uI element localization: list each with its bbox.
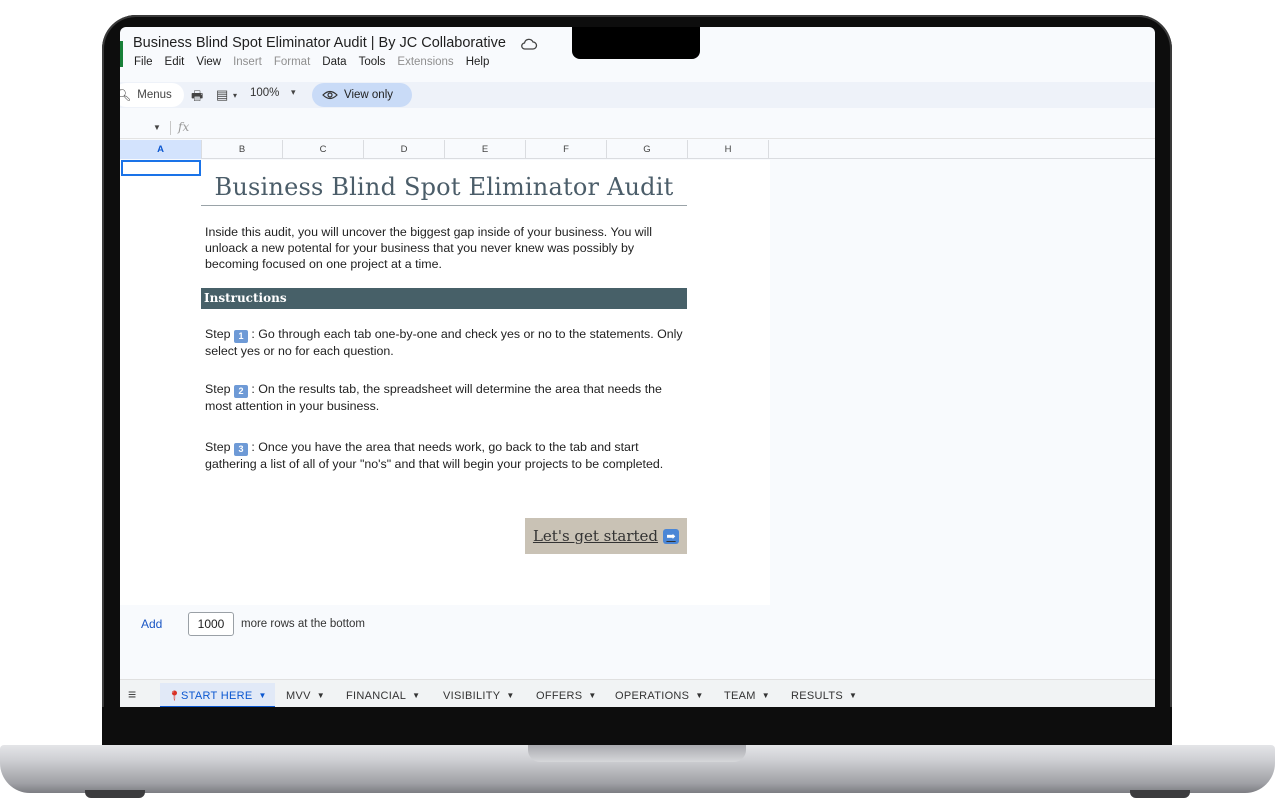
chevron-down-icon[interactable]: ▼ <box>317 691 325 700</box>
title-divider <box>201 205 687 206</box>
zoom-chevron-down-icon[interactable]: ▾ <box>291 87 296 98</box>
menus-search-button[interactable]: 🔍︎ Menus <box>120 83 184 107</box>
column-header-h[interactable]: H <box>688 140 769 159</box>
screen: Business Blind Spot Eliminator Audit | B… <box>120 27 1155 707</box>
laptop-foot-right <box>1130 790 1190 798</box>
tab-label: FINANCIAL <box>346 690 407 702</box>
sheets-logo-icon[interactable] <box>120 41 123 67</box>
fx-icon: fx <box>178 120 190 134</box>
menus-label: Menus <box>137 89 172 101</box>
tab-label: START HERE <box>181 690 253 702</box>
tab-label: MVV <box>286 690 311 702</box>
laptop-bezel <box>102 707 1172 747</box>
tab-label: OFFERS <box>536 690 583 702</box>
instructions-heading: Instructions <box>201 288 687 309</box>
formula-bar: ▼ fx <box>120 117 1155 139</box>
eye-icon <box>322 90 338 100</box>
menu-data[interactable]: Data <box>322 56 346 68</box>
cloud-saved-icon[interactable] <box>520 37 538 51</box>
chevron-down-icon[interactable]: ▼ <box>762 691 770 700</box>
laptop-base-groove <box>528 745 746 762</box>
add-rows-bar: Add 1000 more rows at the bottom <box>120 607 1155 667</box>
lets-get-started-button[interactable]: Let's get started ➡ <box>525 518 687 554</box>
tab-label: RESULTS <box>791 690 844 702</box>
step-prefix: Step <box>205 440 231 454</box>
chevron-down-icon[interactable]: ▼ <box>412 691 420 700</box>
column-header-a[interactable]: A <box>120 140 202 159</box>
document-title[interactable]: Business Blind Spot Eliminator Audit | B… <box>133 35 506 51</box>
menu-file[interactable]: File <box>134 56 153 68</box>
menu-bar: File Edit View Insert Format Data Tools … <box>134 56 501 68</box>
tab-label: VISIBILITY <box>443 690 501 702</box>
chevron-down-icon[interactable]: ▼ <box>258 691 266 700</box>
chevron-down-icon[interactable]: ▼ <box>588 691 596 700</box>
audit-title: Business Blind Spot Eliminator Audit <box>214 173 674 201</box>
tab-label: TEAM <box>724 690 756 702</box>
column-header-d[interactable]: D <box>364 140 445 159</box>
column-headers: A B C D E F G H <box>120 140 1155 159</box>
menu-help[interactable]: Help <box>466 56 490 68</box>
step-3: Step 3 : Once you have the area that nee… <box>205 439 685 472</box>
column-header-g[interactable]: G <box>607 140 688 159</box>
column-header-c[interactable]: C <box>283 140 364 159</box>
tab-visibility[interactable]: VISIBILITY ▼ <box>435 683 523 707</box>
sheet-tab-bar: ≡ 📍︎START HERE ▼ MVV ▼ FINANCIAL ▼ VISIBILI… <box>120 679 1155 707</box>
step-text: : Go through each tab one-by-one and che… <box>205 327 683 358</box>
chevron-down-icon[interactable]: ▼ <box>695 691 703 700</box>
add-rows-button[interactable]: Add <box>141 617 162 631</box>
all-sheets-menu-icon[interactable]: ≡ <box>128 686 136 702</box>
chevron-down-icon[interactable]: ▼ <box>849 691 857 700</box>
toolbar: 🔍︎ Menus 🖶︎ ▤ ▾ 100% ▾ View only <box>120 82 1155 108</box>
right-arrow-icon: ➡ <box>663 528 680 544</box>
keycap-two-icon: 2 <box>233 385 248 398</box>
selected-cell-a1[interactable] <box>121 160 201 176</box>
laptop-foot-left <box>85 790 145 798</box>
tab-offers[interactable]: OFFERS ▼ <box>528 683 605 707</box>
step-text: : On the results tab, the spreadsheet wi… <box>205 382 662 413</box>
menu-extensions: Extensions <box>397 56 454 68</box>
rows-count-input[interactable]: 1000 <box>188 612 234 636</box>
zoom-select[interactable]: 100% <box>250 87 279 99</box>
formula-separator <box>170 121 171 135</box>
menu-edit[interactable]: Edit <box>165 56 185 68</box>
view-only-button[interactable]: View only <box>312 83 412 107</box>
tab-financial[interactable]: FINANCIAL ▼ <box>338 683 428 707</box>
menu-format: Format <box>273 56 311 68</box>
menu-tools[interactable]: Tools <box>359 56 386 68</box>
chevron-down-icon[interactable]: ▾ <box>233 91 237 100</box>
print-icon[interactable]: 🖶︎ <box>191 87 203 109</box>
step-prefix: Step <box>205 382 231 396</box>
add-rows-label: more rows at the bottom <box>241 618 365 630</box>
chevron-down-icon[interactable]: ▼ <box>506 691 514 700</box>
intro-text: Inside this audit, you will uncover the … <box>205 225 653 271</box>
column-header-b[interactable]: B <box>202 140 283 159</box>
tab-mvv[interactable]: MVV ▼ <box>278 683 333 707</box>
menu-view[interactable]: View <box>196 56 221 68</box>
column-header-f[interactable]: F <box>526 140 607 159</box>
tab-label: OPERATIONS <box>615 690 690 702</box>
step-prefix: Step <box>205 327 231 341</box>
keycap-three-icon: 3 <box>233 443 248 456</box>
tab-team[interactable]: TEAM ▼ <box>716 683 778 707</box>
name-box-chevron-down-icon[interactable]: ▼ <box>153 123 161 132</box>
tab-operations[interactable]: OPERATIONS ▼ <box>607 683 712 707</box>
step-text: : Once you have the area that needs work… <box>205 440 664 471</box>
step-1: Step 1 : Go through each tab one-by-one … <box>205 326 685 359</box>
keycap-one-icon: 1 <box>233 330 248 343</box>
step-2: Step 2 : On the results tab, the spreads… <box>205 381 685 414</box>
tab-results[interactable]: RESULTS ▼ <box>783 683 865 707</box>
cta-label: Let's get started <box>532 527 659 545</box>
camera-notch <box>572 27 700 59</box>
view-only-label: View only <box>344 89 394 101</box>
paint-format-icon[interactable]: ▤ <box>216 87 228 103</box>
column-header-e[interactable]: E <box>445 140 526 159</box>
search-icon: 🔍︎ <box>120 88 132 102</box>
tab-start-here[interactable]: 📍︎START HERE ▼ <box>160 683 275 707</box>
pin-icon: 📍︎ <box>168 691 181 702</box>
menu-insert: Insert <box>233 56 262 68</box>
